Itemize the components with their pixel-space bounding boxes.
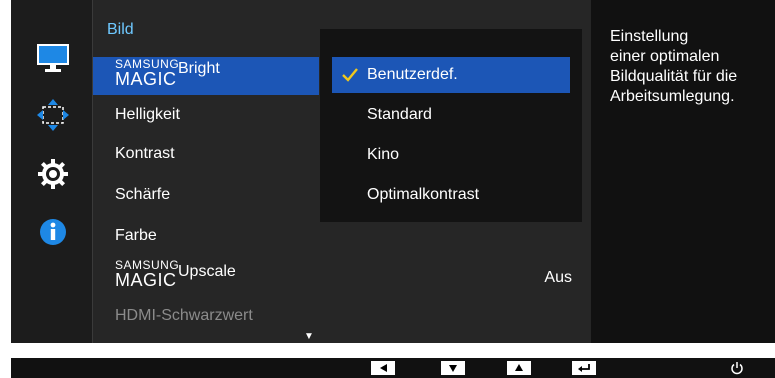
menu-item-label: Helligkeit bbox=[115, 106, 180, 123]
scroll-down-icon[interactable]: ▼ bbox=[304, 331, 314, 342]
menu-item-farbe[interactable]: Farbe bbox=[93, 217, 319, 255]
option-standard[interactable]: Standard bbox=[332, 97, 570, 133]
button-guide-bar bbox=[11, 358, 775, 378]
option-kino[interactable]: Kino bbox=[332, 137, 570, 173]
up-arrow-icon[interactable] bbox=[507, 361, 531, 375]
osd-sidebar bbox=[11, 0, 93, 343]
monitor-icon[interactable] bbox=[35, 40, 71, 76]
menu-item-label: Bright bbox=[178, 60, 220, 77]
menu-item-schaerfe[interactable]: Schärfe bbox=[93, 176, 319, 214]
menu-item-label: Upscale bbox=[178, 263, 236, 280]
left-arrow-icon[interactable] bbox=[371, 361, 395, 375]
enter-icon[interactable] bbox=[572, 361, 596, 375]
menu-item-magic-bright[interactable]: SAMSUNG MAGIC Bright bbox=[93, 57, 319, 95]
menu-title: Bild bbox=[107, 21, 134, 38]
option-label: Optimalkontrast bbox=[367, 186, 480, 203]
menu-item-helligkeit[interactable]: Helligkeit bbox=[93, 96, 319, 134]
move-arrows-icon[interactable] bbox=[35, 97, 71, 133]
magic-bright-dropdown: Benutzerdef. Standard Kino Optimalkontra… bbox=[320, 29, 582, 222]
checkmark-icon bbox=[342, 66, 358, 87]
power-icon[interactable] bbox=[727, 358, 747, 378]
option-label: Kino bbox=[367, 146, 400, 163]
menu-item-value: Aus bbox=[544, 269, 572, 286]
samsung-magic-logo: SAMSUNG MAGIC bbox=[115, 258, 180, 290]
description-text: Einstellung einer optimalen Bildqualität… bbox=[610, 28, 738, 105]
picture-menu: Bild SAMSUNG MAGIC Bright Helligkeit Kon… bbox=[93, 0, 591, 343]
menu-item-kontrast[interactable]: Kontrast bbox=[93, 135, 319, 173]
menu-item-magic-upscale[interactable]: SAMSUNG MAGIC Upscale Aus bbox=[93, 258, 591, 296]
samsung-magic-logo: SAMSUNG MAGIC bbox=[115, 57, 180, 89]
menu-item-label: Kontrast bbox=[115, 145, 175, 162]
menu-item-label: Schärfe bbox=[115, 186, 171, 203]
info-icon[interactable] bbox=[35, 214, 71, 250]
option-optimalkontrast[interactable]: Optimalkontrast bbox=[332, 177, 570, 213]
menu-item-hdmi-schwarzwert[interactable]: HDMI-Schwarzwert bbox=[93, 297, 319, 335]
menu-item-label: Farbe bbox=[115, 227, 157, 244]
gear-icon[interactable] bbox=[35, 156, 71, 192]
menu-item-label: HDMI-Schwarzwert bbox=[115, 307, 253, 324]
option-label: Benutzerdef. bbox=[367, 66, 458, 83]
down-arrow-icon[interactable] bbox=[441, 361, 465, 375]
option-label: Standard bbox=[367, 106, 432, 123]
option-benutzerdef[interactable]: Benutzerdef. bbox=[332, 57, 570, 93]
